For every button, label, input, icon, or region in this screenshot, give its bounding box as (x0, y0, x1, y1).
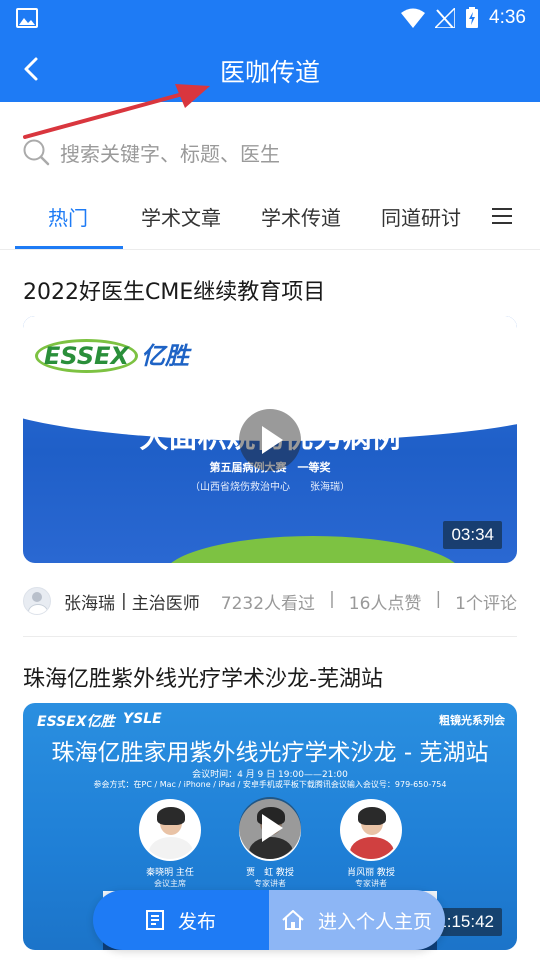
video-thumbnail[interactable]: ESSEX亿胜 大面积烧伤优秀病例 第五届病例大赛 一等奖 （山西省烧伤救治中心… (23, 316, 517, 563)
floating-action-bar: 发布 进入个人主页 (93, 890, 445, 950)
publish-button[interactable]: 发布 (93, 890, 269, 950)
ysle-logo: YSLE (123, 711, 162, 727)
thumbnail-headline: 珠海亿胜家用紫外线光疗学术沙龙 - 芜湖站 (51, 740, 489, 766)
document-icon (145, 910, 164, 930)
tab-hot[interactable]: 热门 (48, 202, 88, 231)
essex-logo: ESSEX亿胜 (35, 336, 189, 373)
video-duration: 03:34 (443, 521, 502, 549)
tabs-menu-icon[interactable] (492, 208, 512, 226)
view-count: 7232人看过 (220, 593, 316, 614)
card-meta: 张海瑞 | 主治医师 7232人看过 | 16人点赞 | 1个评论 (23, 584, 517, 618)
thumbnail-caption: （山西省烧伤救治中心 张海瑞） (190, 482, 350, 493)
category-tabs: 热门 学术文章 学术传道 同道研讨 (0, 190, 540, 250)
status-bar: 4:36 (0, 0, 540, 36)
author-title: 主治医师 (131, 593, 200, 614)
card-title[interactable]: 2022好医生CME继续教育项目 (23, 274, 325, 306)
divider (23, 636, 517, 637)
speaker-photo (139, 799, 201, 861)
like-count: 16人点赞 (348, 593, 422, 614)
no-signal-icon (435, 8, 456, 28)
active-tab-indicator (15, 246, 123, 249)
clock: 4:36 (489, 7, 526, 28)
annotation-arrow-icon (23, 84, 210, 139)
tab-academic-articles[interactable]: 学术文章 (141, 202, 221, 231)
avatar[interactable] (23, 587, 51, 615)
author-name[interactable]: 张海瑞 (64, 589, 115, 614)
search-icon (23, 139, 50, 166)
essex-logo: ESSEX亿胜 (37, 714, 115, 730)
meeting-method: 参会方式：在PC / Mac / iPhone / iPad / 安卓手机或平板… (93, 780, 447, 789)
series-label: 粗镜光系列会 (439, 714, 505, 727)
publish-label: 发布 (177, 910, 216, 933)
speaker-photo (340, 799, 402, 861)
battery-charging-icon (466, 7, 479, 28)
speaker-card: 秦晓明 主任 会议主席 (130, 799, 210, 889)
tab-academic-lectures[interactable]: 学术传道 (261, 202, 341, 231)
speaker-card: 肖风丽 教授 专家讲者 (331, 799, 411, 889)
comment-count: 1个评论 (455, 593, 517, 614)
play-icon[interactable] (239, 409, 301, 471)
card-title[interactable]: 珠海亿胜紫外线光疗学术沙龙-芜湖站 (23, 661, 383, 693)
wifi-icon (401, 8, 426, 28)
tab-peer-discussion[interactable]: 同道研讨 (381, 202, 461, 231)
play-icon[interactable] (239, 797, 301, 859)
homepage-label: 进入个人主页 (317, 910, 432, 933)
personal-homepage-button[interactable]: 进入个人主页 (269, 890, 445, 950)
gallery-notification-icon (16, 8, 38, 28)
home-icon (282, 910, 304, 930)
